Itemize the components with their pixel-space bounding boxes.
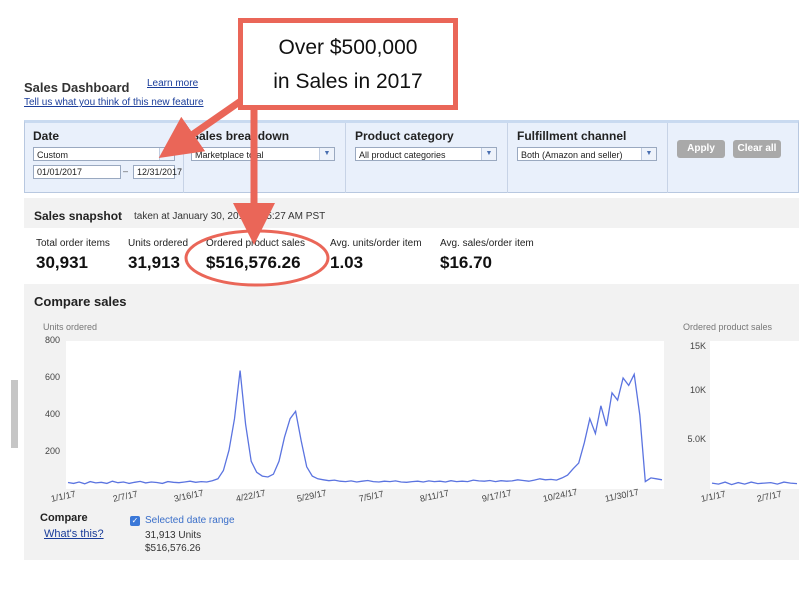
sales-highlight-circle xyxy=(184,229,330,287)
callout-line-2: in Sales in 2017 xyxy=(273,70,423,93)
callout-line-1: Over $500,000 xyxy=(278,36,418,59)
sales-callout-box: Over $500,000 in Sales in 2017 xyxy=(238,18,458,110)
